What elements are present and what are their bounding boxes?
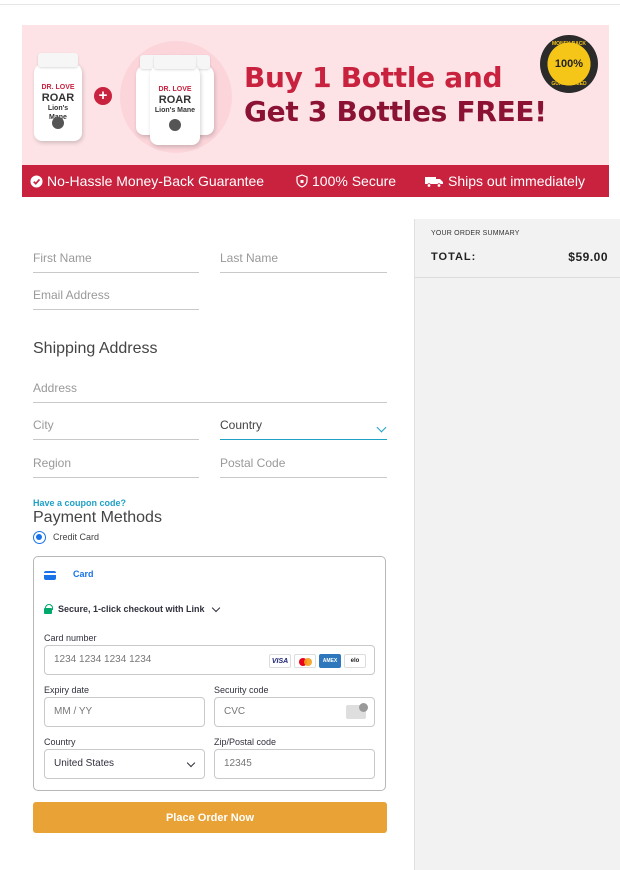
security-code-input[interactable]: CVC bbox=[214, 697, 375, 727]
check-circle-icon bbox=[30, 174, 43, 188]
place-order-button[interactable]: Place Order Now bbox=[33, 802, 387, 833]
region-field[interactable]: Region bbox=[33, 450, 199, 478]
card-country-label: Country bbox=[44, 737, 76, 747]
last-name-field[interactable]: Last Name bbox=[220, 245, 387, 273]
credit-card-radio[interactable] bbox=[33, 531, 46, 544]
card-number-label: Card number bbox=[44, 633, 97, 643]
visa-icon: VISA bbox=[269, 654, 291, 668]
cvc-icon bbox=[346, 703, 368, 719]
elo-icon: elo bbox=[344, 654, 366, 668]
truck-icon bbox=[425, 176, 443, 188]
order-summary-panel: YOUR ORDER SUMMARY TOTAL: $59.00 bbox=[414, 219, 620, 870]
secure-badge: 100% Secure bbox=[296, 165, 396, 197]
address-field[interactable]: Address bbox=[33, 375, 387, 403]
zip-input[interactable]: 12345 bbox=[214, 749, 375, 779]
card-tab[interactable]: Card bbox=[73, 569, 94, 579]
card-icon bbox=[44, 571, 56, 580]
card-payment-panel: Card Secure, 1-click checkout with Link … bbox=[33, 556, 386, 791]
summary-divider bbox=[415, 277, 620, 278]
card-brands: VISA AMEX elo bbox=[269, 654, 366, 668]
card-country-select[interactable]: United States bbox=[44, 749, 205, 779]
city-field[interactable]: City bbox=[33, 412, 199, 440]
security-code-label: Security code bbox=[214, 685, 269, 695]
headline-line-2: Get 3 Bottles FREE! bbox=[244, 95, 547, 128]
guarantee-badge: No-Hassle Money-Back Guarantee bbox=[30, 165, 264, 197]
coupon-link[interactable]: Have a coupon code? bbox=[33, 498, 126, 508]
single-bottle-image: DR. LOVEROARLion's Mane bbox=[34, 53, 82, 141]
country-select[interactable]: Country bbox=[220, 412, 387, 440]
link-checkout-toggle[interactable]: Secure, 1-click checkout with Link bbox=[44, 603, 220, 614]
expiry-input[interactable]: MM / YY bbox=[44, 697, 205, 727]
free-bottle-front: DR. LOVE ROAR Lion's Mane bbox=[150, 55, 200, 145]
shipping-badge: Ships out immediately bbox=[424, 165, 585, 197]
amex-icon: AMEX bbox=[319, 654, 341, 668]
promo-banner: DR. LOVEROARLion's Mane + DR. LOVEROARLi… bbox=[22, 25, 609, 197]
chevron-down-icon bbox=[376, 422, 387, 433]
postal-code-field[interactable]: Postal Code bbox=[220, 450, 387, 478]
promo-headline: Buy 1 Bottle and Get 3 Bottles FREE! bbox=[244, 61, 547, 129]
headline-line-1: Buy 1 Bottle and bbox=[244, 61, 503, 94]
zip-label: Zip/Postal code bbox=[214, 737, 277, 747]
shield-icon bbox=[296, 174, 308, 188]
total-value: $59.00 bbox=[568, 250, 608, 264]
chevron-down-icon bbox=[186, 758, 196, 768]
total-label: TOTAL: bbox=[431, 251, 477, 263]
plus-icon: + bbox=[94, 87, 112, 105]
shipping-address-title: Shipping Address bbox=[33, 340, 158, 357]
order-summary-title: YOUR ORDER SUMMARY bbox=[431, 230, 520, 237]
payment-methods-title: Payment Methods bbox=[33, 509, 162, 526]
chevron-down-icon bbox=[211, 603, 220, 612]
trust-strip: No-Hassle Money-Back Guarantee 100% Secu… bbox=[22, 165, 609, 197]
lock-icon bbox=[44, 604, 53, 614]
expiry-label: Expiry date bbox=[44, 685, 90, 695]
email-field[interactable]: Email Address bbox=[33, 282, 199, 310]
first-name-field[interactable]: First Name bbox=[33, 245, 199, 273]
credit-card-label: Credit Card bbox=[53, 532, 100, 542]
top-divider bbox=[0, 4, 620, 5]
money-back-seal-icon: MONEY BACK 100% GUARANTEED bbox=[540, 35, 598, 93]
mastercard-icon bbox=[294, 654, 316, 668]
card-number-input[interactable]: 1234 1234 1234 1234 VISA AMEX elo bbox=[44, 645, 375, 675]
